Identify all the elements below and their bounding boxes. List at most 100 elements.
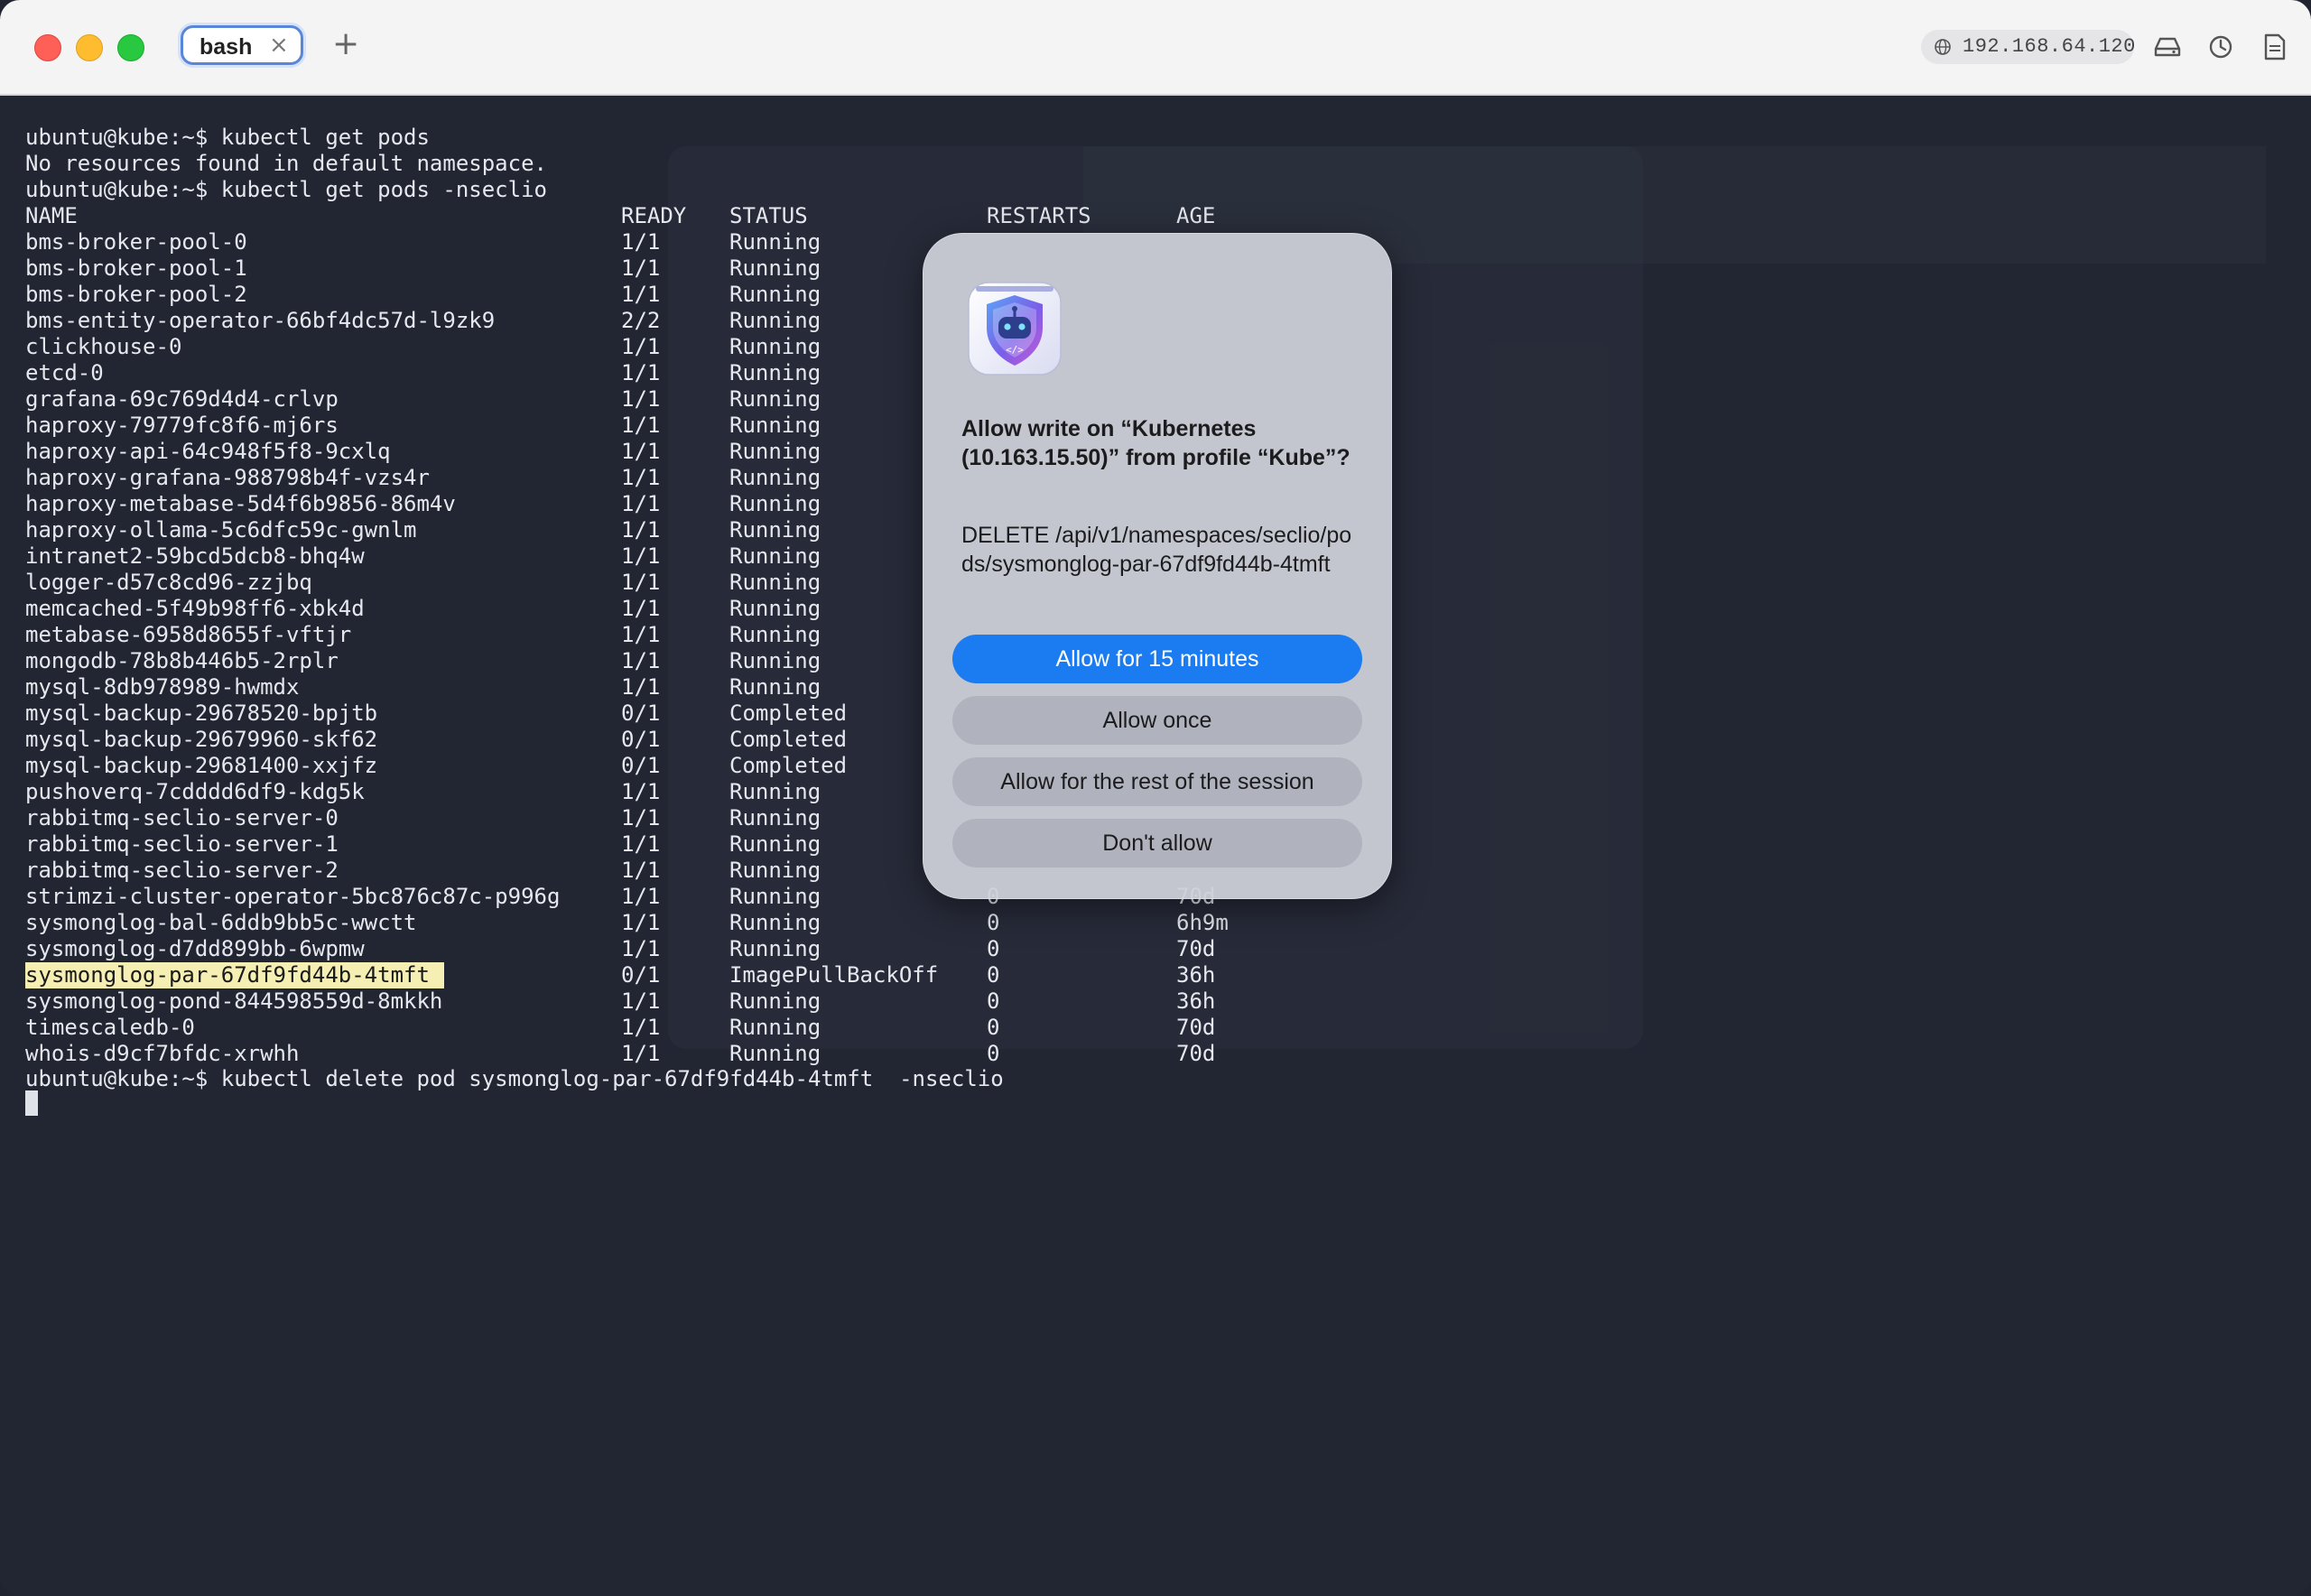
pod-status: Running — [729, 308, 821, 333]
pod-name: mysql-8db978989-hwmdx — [25, 674, 300, 700]
pod-ready: 0/1 — [621, 727, 661, 752]
pod-ready: 1/1 — [621, 805, 661, 830]
pod-name: bms-broker-pool-2 — [25, 282, 247, 307]
pod-ready: 1/1 — [621, 831, 661, 857]
pod-ready: 1/1 — [621, 465, 661, 490]
no-resources-message: No resources found in default namespace. — [25, 151, 547, 176]
pod-name: sysmonglog-pond-844598559d-8mkkh — [25, 988, 443, 1014]
tab-bash[interactable]: bash × — [181, 25, 303, 65]
prompt-line-3: ubuntu@kube:~$ kubectl delete pod sysmon… — [25, 1066, 1004, 1091]
table-row: sysmonglog-pond-844598559d-8mkkh 1/1 Runni… — [25, 988, 1379, 1015]
pod-ready: 1/1 — [621, 858, 661, 883]
pod-status: Running — [729, 491, 821, 516]
permission-dialog: </> Allow write on “Kubernetes (10.163.1… — [923, 233, 1392, 899]
pod-ready: 1/1 — [621, 936, 661, 961]
pod-ready: 1/1 — [621, 543, 661, 569]
pod-status: Running — [729, 255, 821, 281]
prompt-line-2: ubuntu@kube:~$ kubectl get pods -nseclio — [25, 177, 547, 202]
allow-session-button[interactable]: Allow for the rest of the session — [952, 757, 1362, 806]
pod-restarts: 0 — [987, 936, 1000, 961]
pod-status: Running — [729, 936, 821, 961]
pod-name: strimzi-cluster-operator-5bc876c87c-p996… — [25, 884, 561, 909]
pod-ready: 1/1 — [621, 596, 661, 621]
pod-restarts: 0 — [987, 962, 1000, 988]
pod-status: Completed — [729, 753, 848, 778]
pod-restarts: 0 — [987, 1015, 1000, 1040]
pod-status: Running — [729, 413, 821, 438]
pod-ready: 1/1 — [621, 779, 661, 804]
pod-status: Running — [729, 988, 821, 1014]
close-tab-icon[interactable]: × — [269, 32, 289, 59]
dont-allow-button[interactable]: Don't allow — [952, 819, 1362, 868]
pod-name: haproxy-grafana-988798b4f-vzs4r — [25, 465, 430, 490]
pod-status: Running — [729, 858, 821, 883]
pod-name: mongodb-78b8b446b5-2rplr — [25, 648, 339, 673]
pod-status: Running — [729, 596, 821, 621]
pod-status: Running — [729, 517, 821, 543]
document-icon[interactable] — [2259, 32, 2289, 62]
pod-status: Running — [729, 229, 821, 255]
allow-once-button[interactable]: Allow once — [952, 696, 1362, 745]
prompt-line-1: ubuntu@kube:~$ kubectl get pods — [25, 125, 430, 150]
pod-name: sysmonglog-bal-6ddb9bb5c-wwctt — [25, 910, 417, 935]
globe-icon — [1935, 39, 1951, 55]
pod-status: Running — [729, 439, 821, 464]
pod-name: rabbitmq-seclio-server-0 — [25, 805, 339, 830]
dialog-title: Allow write on “Kubernetes (10.163.15.50… — [961, 416, 1350, 470]
robot-shield-icon: </> — [968, 282, 1062, 376]
drive-icon[interactable] — [2152, 32, 2183, 62]
table-row: timescaledb-0 1/1 Running 0 70d — [25, 1015, 1379, 1041]
header-status: STATUS — [729, 203, 808, 228]
table-row: sysmonglog-d7dd899bb-6wpmw 1/1 Running 0 70d — [25, 936, 1379, 962]
allow-15-minutes-button[interactable]: Allow for 15 minutes — [952, 635, 1362, 683]
pod-age: 36h — [1176, 988, 1216, 1014]
pod-ready: 1/1 — [621, 229, 661, 255]
host-address[interactable]: 192.168.64.120 — [1921, 30, 2136, 64]
pod-status: Running — [729, 831, 821, 857]
pod-age: 36h — [1176, 962, 1216, 988]
history-icon[interactable] — [2205, 32, 2236, 62]
pod-name: haproxy-metabase-5d4f6b9856-86m4v — [25, 491, 456, 516]
minimize-window-button[interactable] — [76, 34, 103, 61]
header-restarts: RESTARTS — [987, 203, 1091, 228]
close-window-button[interactable] — [34, 34, 61, 61]
pod-ready: 1/1 — [621, 570, 661, 595]
pod-age: 70d — [1176, 936, 1216, 961]
pod-name: haproxy-api-64c948f5f8-9cxlq — [25, 439, 391, 464]
pod-name: timescaledb-0 — [25, 1015, 195, 1040]
pod-status: Running — [729, 884, 821, 909]
pod-name: metabase-6958d8655f-vftjr — [25, 622, 352, 647]
header-name: NAME — [25, 203, 78, 228]
pod-name: clickhouse-0 — [25, 334, 182, 359]
new-tab-button[interactable]: + — [332, 25, 359, 62]
pod-status: Running — [729, 910, 821, 935]
pod-ready: 1/1 — [621, 491, 661, 516]
pod-status: Completed — [729, 701, 848, 726]
pod-restarts: 0 — [987, 1041, 1000, 1066]
pod-name: haproxy-ollama-5c6dfc59c-gwnlm — [25, 517, 417, 543]
pod-name: logger-d57c8cd96-zzjbq — [25, 570, 312, 595]
pod-ready: 1/1 — [621, 386, 661, 412]
pod-status: Running — [729, 334, 821, 359]
pod-ready: 1/1 — [621, 1015, 661, 1040]
pod-ready: 1/1 — [621, 884, 661, 909]
zoom-window-button[interactable] — [117, 34, 144, 61]
tab-label: bash — [200, 34, 253, 60]
pod-name: bms-entity-operator-66bf4dc57d-l9zk9 — [25, 308, 496, 333]
svg-text:</>: </> — [1006, 344, 1024, 356]
pod-status: Running — [729, 570, 821, 595]
host-label: 192.168.64.120 — [1963, 35, 2136, 58]
pod-ready: 1/1 — [621, 622, 661, 647]
pod-status: Running — [729, 622, 821, 647]
pod-age: 70d — [1176, 1041, 1216, 1066]
pod-ready: 2/2 — [621, 308, 661, 333]
pod-name: bms-broker-pool-0 — [25, 229, 247, 255]
pod-name: mysql-backup-29679960-skf62 — [25, 727, 378, 752]
pod-status: Running — [729, 465, 821, 490]
header-age: AGE — [1176, 203, 1216, 228]
pod-ready: 1/1 — [621, 439, 661, 464]
pod-ready: 1/1 — [621, 360, 661, 385]
pod-ready: 1/1 — [621, 648, 661, 673]
pods-table-header: NAME READY STATUS RESTARTS AGE — [25, 203, 1379, 229]
terminal-window: bash × + 192.168.64.120 ubuntu@kube:~$ k… — [0, 0, 2311, 1596]
